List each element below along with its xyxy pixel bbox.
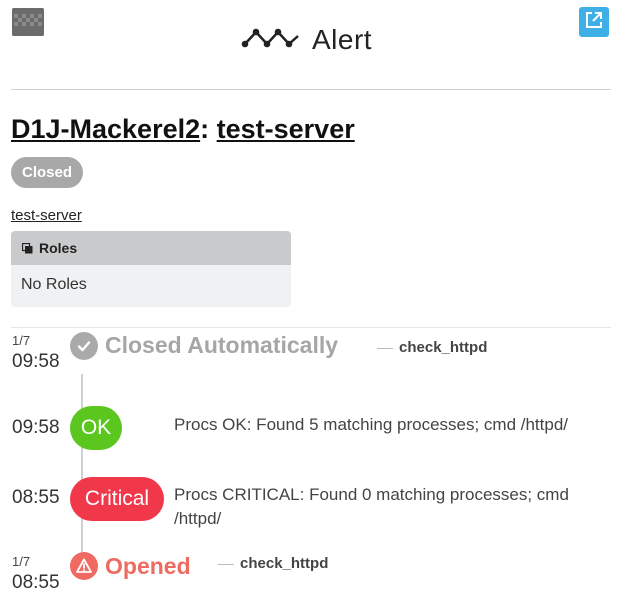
header-divider [11, 89, 611, 90]
heading-host-link[interactable]: test-server [217, 114, 355, 144]
closed-monitor-name[interactable]: check_httpd [377, 339, 487, 356]
critical-message: Procs CRITICAL: Found 0 matching process… [174, 485, 569, 528]
ok-time: 09:58 [12, 417, 60, 438]
closed-time: 09:58 [12, 351, 60, 372]
warning-icon [70, 552, 98, 580]
opened-event-title: Opened [105, 553, 191, 579]
critical-time: 08:55 [12, 487, 60, 508]
roles-header: Roles [11, 231, 291, 265]
critical-status-pill: Critical [70, 477, 164, 521]
heading-separator: : [200, 114, 210, 144]
check-icon [70, 332, 98, 360]
roles-empty-text: No Roles [21, 276, 87, 293]
ok-status-pill: OK [70, 406, 122, 450]
host-link[interactable]: test-server [11, 207, 82, 224]
status-badge: Closed [11, 157, 84, 188]
roles-panel: Roles No Roles [11, 231, 291, 307]
organization-link[interactable]: D1J-Mackerel2 [11, 114, 200, 144]
open-external-button[interactable] [579, 7, 609, 37]
section-divider [11, 327, 611, 328]
mackerel-logo-icon [240, 26, 304, 55]
alert-heading: D1J-Mackerel2: test-server [11, 114, 355, 145]
opened-monitor-name[interactable]: check_httpd [218, 555, 328, 572]
opened-time: 08:55 [12, 572, 60, 593]
app-menu-icon[interactable] [12, 8, 44, 36]
brand: Alert [240, 24, 372, 56]
closed-date: 1/7 [12, 333, 31, 348]
roles-icon [22, 242, 33, 254]
closed-event-title: Closed Automatically [105, 332, 339, 358]
external-link-icon [584, 10, 604, 35]
roles-header-label: Roles [39, 240, 78, 256]
ok-message: Procs OK: Found 5 matching processes; cm… [174, 415, 569, 434]
opened-date: 1/7 [12, 554, 31, 569]
app-title: Alert [312, 24, 373, 55]
timeline-line [81, 374, 83, 552]
